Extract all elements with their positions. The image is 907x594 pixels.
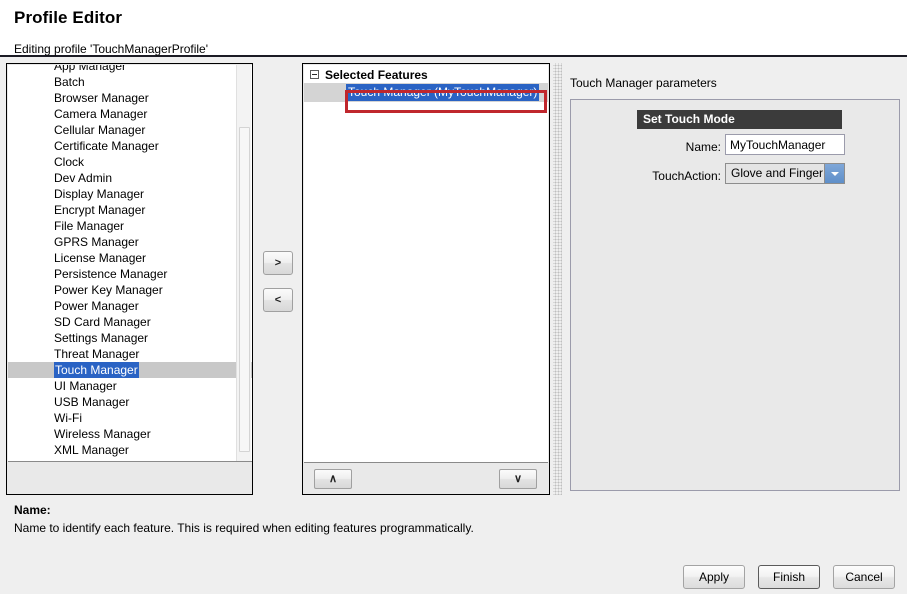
move-up-button[interactable]: ∧ <box>314 469 352 489</box>
move-down-button[interactable]: ∨ <box>499 469 537 489</box>
scrollbar-thumb[interactable] <box>239 127 250 452</box>
section-header-label: Set Touch Mode <box>643 112 735 126</box>
list-item-label: Settings Manager <box>54 331 149 345</box>
list-item[interactable]: Clock <box>8 154 252 170</box>
list-item[interactable]: Power Key Manager <box>8 282 252 298</box>
list-item[interactable]: Dev Admin <box>8 170 252 186</box>
list-item-label: Batch <box>54 75 85 89</box>
dialog-header: Profile Editor Editing profile 'TouchMan… <box>0 0 907 57</box>
tree-child-node[interactable]: Touch Manager (MyTouchManager) <box>304 83 548 102</box>
list-item-label: Certificate Manager <box>54 139 159 153</box>
list-item[interactable]: Touch Manager <box>8 362 252 378</box>
list-item[interactable]: Display Manager <box>8 186 252 202</box>
remove-feature-button[interactable]: < <box>263 288 293 312</box>
cancel-button[interactable]: Cancel <box>833 565 895 589</box>
parameters-panel-title: Touch Manager parameters <box>570 76 717 90</box>
list-item-label: Browser Manager <box>54 91 149 105</box>
list-item-label: Clock <box>54 155 85 169</box>
list-item[interactable]: Settings Manager <box>8 330 252 346</box>
panel-splitter[interactable] <box>553 63 562 495</box>
list-item-label: License Manager <box>54 251 147 265</box>
selected-features-tree[interactable]: Selected Features Touch Manager (MyTouch… <box>304 65 548 462</box>
parameters-panel: Touch Manager parameters Set Touch Mode … <box>566 63 901 495</box>
list-item-label: App Manager <box>54 65 127 73</box>
list-item[interactable]: Power Manager <box>8 298 252 314</box>
available-features-panel-footer <box>8 461 252 494</box>
name-field-label: Name: <box>685 140 721 154</box>
add-feature-button[interactable]: > <box>263 251 293 275</box>
list-item[interactable]: Wi-Fi <box>8 410 252 426</box>
selected-features-panel-footer: ∧ ∨ <box>304 462 548 494</box>
list-item-label: Wireless Manager <box>54 427 151 441</box>
list-item-label: Power Manager <box>54 299 139 313</box>
list-item-label: Power Key Manager <box>54 283 163 297</box>
parameters-group-box: Set Touch Mode Name: TouchAction: Glove … <box>570 99 900 491</box>
description-title: Name: <box>14 503 51 517</box>
list-item-label: Dev Admin <box>54 171 113 185</box>
section-header-bar: Set Touch Mode <box>637 110 842 129</box>
list-item[interactable]: GPRS Manager <box>8 234 252 250</box>
list-item-label: File Manager <box>54 219 125 233</box>
list-item[interactable]: Encrypt Manager <box>8 202 252 218</box>
page-title: Profile Editor <box>14 8 123 27</box>
list-item[interactable]: Threat Manager <box>8 346 252 362</box>
finish-button[interactable]: Finish <box>758 565 820 589</box>
touchaction-dropdown[interactable]: Glove and Finger <box>725 163 845 184</box>
list-item-label: Threat Manager <box>54 347 140 361</box>
list-item[interactable]: Browser Manager <box>8 90 252 106</box>
list-item[interactable]: Persistence Manager <box>8 266 252 282</box>
page-subtitle: Editing profile 'TouchManagerProfile' <box>14 42 209 56</box>
tree-root-node[interactable]: Selected Features <box>304 65 548 83</box>
list-item[interactable]: SD Card Manager <box>8 314 252 330</box>
list-item[interactable]: USB Manager <box>8 394 252 410</box>
tree-child-label: Touch Manager (MyTouchManager) <box>346 84 540 101</box>
description-text: Name to identify each feature. This is r… <box>14 521 474 535</box>
list-item[interactable]: UI Manager <box>8 378 252 394</box>
list-item-label: SD Card Manager <box>54 315 151 329</box>
list-item[interactable]: File Manager <box>8 218 252 234</box>
list-item[interactable]: Certificate Manager <box>8 138 252 154</box>
chevron-down-icon[interactable] <box>824 164 844 183</box>
list-item-label: Wi-Fi <box>54 411 82 425</box>
list-item-label: Touch Manager <box>54 362 139 378</box>
available-features-panel: App Manager Batch Browser Manager Camera M… <box>6 63 253 495</box>
list-item[interactable]: Cellular Manager <box>8 122 252 138</box>
list-item-label: Camera Manager <box>54 107 148 121</box>
list-item[interactable]: XML Manager <box>8 442 252 458</box>
list-item-label: UI Manager <box>54 379 117 393</box>
list-item[interactable]: Camera Manager <box>8 106 252 122</box>
list-item-label: GPRS Manager <box>54 235 139 249</box>
touchaction-selected-value: Glove and Finger <box>731 166 824 180</box>
list-item[interactable]: App Manager <box>8 65 252 74</box>
available-features-scrollbar[interactable] <box>236 65 251 461</box>
list-item-label: Persistence Manager <box>54 267 168 281</box>
list-item[interactable]: Batch <box>8 74 252 90</box>
name-input[interactable] <box>725 134 845 155</box>
list-item-label: Display Manager <box>54 187 145 201</box>
list-item-label: Cellular Manager <box>54 123 146 137</box>
dialog-footer: Apply Finish Cancel <box>0 557 907 594</box>
feature-rows-container: Batch Browser Manager Camera Manager Cellul… <box>8 74 252 458</box>
list-item-label: Encrypt Manager <box>54 203 146 217</box>
touchaction-field-label: TouchAction: <box>652 169 721 183</box>
dialog-body: App Manager Batch Browser Manager Camera M… <box>0 59 907 594</box>
description-area: Name: Name to identify each feature. Thi… <box>0 503 907 553</box>
selected-features-panel: Selected Features Touch Manager (MyTouch… <box>302 63 550 495</box>
list-item[interactable]: Wireless Manager <box>8 426 252 442</box>
list-item-label: XML Manager <box>54 443 129 457</box>
list-item-label: USB Manager <box>54 395 130 409</box>
list-item[interactable]: License Manager <box>8 250 252 266</box>
tree-root-label: Selected Features <box>325 67 428 82</box>
available-features-list[interactable]: App Manager Batch Browser Manager Camera M… <box>8 65 252 461</box>
collapse-minus-icon[interactable] <box>310 70 319 80</box>
apply-button[interactable]: Apply <box>683 565 745 589</box>
